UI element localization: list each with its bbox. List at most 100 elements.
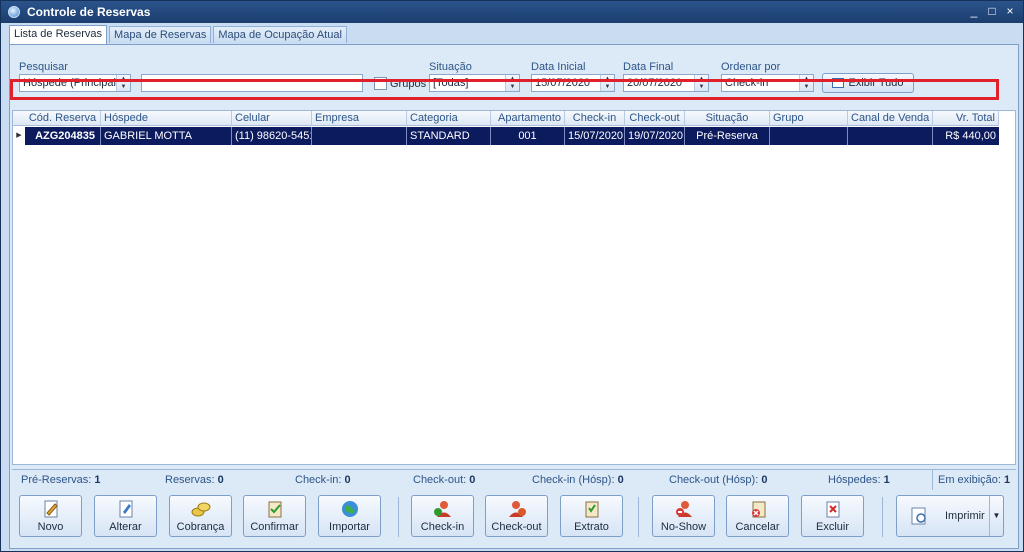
spin-icon: ▲ ▼ [799, 75, 813, 91]
spin-icon: ▲ ▼ [116, 75, 130, 91]
data-final-value: 20/07/2020 [627, 77, 683, 89]
toolbar-divider [638, 497, 639, 537]
table-row[interactable]: AZG204835 GABRIEL MOTTA (11) 98620-5451 … [25, 127, 999, 145]
checkout-label: Check-out [491, 521, 542, 533]
stat-checkout-hosp: Check-out (Hósp): 0 [669, 474, 768, 486]
chevron-down-icon[interactable]: ▼ [989, 496, 1003, 536]
data-final-label: Data Final [623, 61, 674, 73]
toolbar-divider [882, 497, 883, 537]
cell-canal-venda [848, 127, 933, 145]
excluir-button[interactable]: Excluir [801, 495, 864, 537]
person-checkin-icon [432, 499, 454, 519]
app-window: Controle de Reservas _ □ × Lista de Rese… [0, 0, 1024, 552]
imprimir-label: Imprimir [945, 510, 985, 522]
cancelar-label: Cancelar [735, 521, 780, 533]
stat-hospedes: Hóspedes: 1 [828, 474, 890, 486]
tab-mapa-ocupacao[interactable]: Mapa de Ocupação Atual [213, 26, 347, 43]
situacao-label: Situação [429, 61, 472, 73]
spin-icon: ▲ ▼ [600, 75, 614, 91]
clipboard-check-icon [264, 499, 286, 519]
action-toolbar: Novo Alterar Cobrança Confirmar Importar [10, 491, 1018, 549]
stat-checkout: Check-out: 0 [413, 474, 476, 486]
extrato-label: Extrato [574, 521, 609, 533]
checkout-button[interactable]: Check-out [485, 495, 548, 537]
cell-categoria: STANDARD [407, 127, 491, 145]
spin-icon: ▲ ▼ [694, 75, 708, 91]
pesquisar-select[interactable]: Hóspede (Principal) ▲ ▼ [19, 74, 131, 92]
col-hospede[interactable]: Hóspede [101, 111, 232, 126]
delete-icon [822, 499, 844, 519]
tab-lista-reservas[interactable]: Lista de Reservas [9, 25, 108, 44]
row-indicator-icon: ▶ [16, 132, 22, 139]
noshow-button[interactable]: No-Show [652, 495, 715, 537]
data-inicial-label: Data Inicial [531, 61, 586, 73]
cell-hospede: GABRIEL MOTTA [101, 127, 232, 145]
novo-label: Novo [37, 521, 64, 533]
cell-grupo [770, 127, 848, 145]
print-preview-icon [909, 506, 931, 526]
checkin-button[interactable]: Check-in [411, 495, 474, 537]
exibir-tudo-button[interactable]: Exibir Tudo [822, 73, 914, 93]
data-final-field[interactable]: 20/07/2020 ▲ ▼ [623, 74, 709, 92]
cobranca-button[interactable]: Cobrança [169, 495, 232, 537]
exibir-tudo-label: Exibir Tudo [848, 77, 904, 89]
maximize-button[interactable]: □ [985, 3, 999, 19]
table-icon [832, 78, 845, 88]
excluir-label: Excluir [815, 521, 849, 533]
ordenar-label: Ordenar por [721, 61, 781, 73]
situacao-value: [Todas] [433, 77, 469, 89]
cell-empresa [312, 127, 407, 145]
importar-button[interactable]: Importar [318, 495, 381, 537]
col-categoria[interactable]: Categoria [407, 111, 491, 126]
reservations-grid: Cód. Reserva Hóspede Celular Empresa Cat… [12, 110, 1016, 465]
imprimir-button[interactable]: Imprimir ▼ [896, 495, 1004, 537]
extrato-button[interactable]: Extrato [560, 495, 623, 537]
clipboard-cancel-icon [747, 499, 769, 519]
stat-checkin-hosp: Check-in (Hósp): 0 [532, 474, 624, 486]
checkin-label: Check-in [420, 521, 465, 533]
cell-vr-total: R$ 440,00 [945, 130, 996, 142]
coins-icon [190, 499, 212, 519]
tab-bar: Lista de Reservas Mapa de Reservas Mapa … [9, 25, 349, 44]
close-button[interactable]: × [1003, 3, 1017, 19]
title-bar: Controle de Reservas _ □ × [1, 1, 1023, 23]
app-logo-icon [8, 6, 20, 18]
col-empresa[interactable]: Empresa [312, 111, 407, 126]
cobranca-label: Cobrança [176, 521, 225, 533]
data-inicial-field[interactable]: 15/07/2020 ▲ ▼ [531, 74, 615, 92]
ordenar-select[interactable]: Check-in ▲ ▼ [721, 74, 814, 92]
tab-mapa-reservas[interactable]: Mapa de Reservas [109, 26, 212, 43]
col-celular[interactable]: Celular [232, 111, 312, 126]
col-grupo[interactable]: Grupo [770, 111, 848, 126]
importar-label: Importar [329, 521, 370, 533]
cell-checkout: 19/07/2020 [625, 127, 685, 145]
cell-apartamento: 001 [491, 127, 565, 145]
col-canal-venda[interactable]: Canal de Venda [848, 111, 933, 126]
col-cod-reserva[interactable]: Cód. Reserva [25, 111, 101, 126]
col-apartamento[interactable]: Apartamento [491, 111, 565, 126]
minimize-button[interactable]: _ [967, 3, 981, 19]
confirmar-label: Confirmar [250, 521, 299, 533]
novo-button[interactable]: Novo [19, 495, 82, 537]
noshow-label: No-Show [660, 521, 707, 533]
grid-header: Cód. Reserva Hóspede Celular Empresa Cat… [13, 111, 999, 126]
col-situacao[interactable]: Situação [685, 111, 770, 126]
grupos-checkbox[interactable] [374, 77, 387, 90]
col-checkin[interactable]: Check-in [565, 111, 625, 126]
confirmar-button[interactable]: Confirmar [243, 495, 306, 537]
status-divider [932, 470, 933, 490]
cell-situacao: Pré-Reserva [685, 127, 770, 145]
stat-pre-reservas: Pré-Reservas: 1 [21, 474, 101, 486]
col-checkout[interactable]: Check-out [625, 111, 685, 126]
window-title: Controle de Reservas [27, 5, 151, 19]
search-input[interactable] [141, 74, 363, 92]
window-controls: _ □ × [967, 3, 1017, 19]
col-vr-total[interactable]: Vr. Total [933, 111, 999, 126]
alterar-button[interactable]: Alterar [94, 495, 157, 537]
situacao-select[interactable]: [Todas] ▲ ▼ [429, 74, 520, 92]
new-document-icon [40, 499, 62, 519]
cancelar-button[interactable]: Cancelar [726, 495, 789, 537]
status-bar: Pré-Reservas: 1 Reservas: 0 Check-in: 0 … [12, 469, 1016, 490]
cell-cod-reserva: AZG204835 [25, 127, 101, 145]
statement-icon [581, 499, 603, 519]
